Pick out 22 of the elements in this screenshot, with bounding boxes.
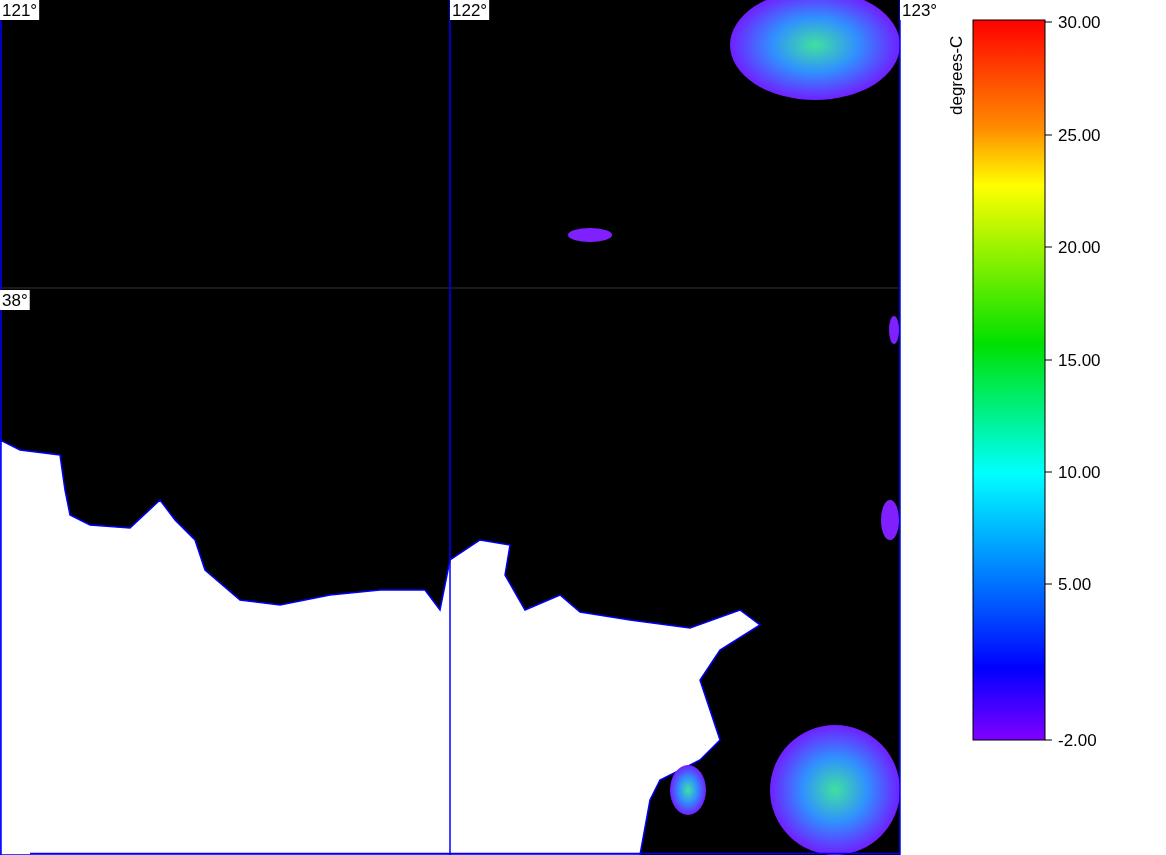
scale-tick-label: 20.00 xyxy=(1058,238,1101,257)
tick-mark xyxy=(1044,246,1053,248)
tick-mark xyxy=(1044,21,1053,23)
temperature-patch xyxy=(670,765,706,815)
tick-mark xyxy=(1044,739,1053,741)
tick-mark xyxy=(1044,134,1053,136)
scale-title: degrees-C xyxy=(947,35,966,115)
temperature-patch xyxy=(881,500,899,540)
latitude-label: 38° xyxy=(0,290,30,310)
tick-mark xyxy=(1044,359,1053,361)
scale-tick-label: 25.00 xyxy=(1058,126,1101,145)
scale-tick-label: 10.00 xyxy=(1058,463,1101,482)
temperature-patch xyxy=(568,228,612,242)
longitude-label: 121° xyxy=(0,0,40,20)
scale-tick-label: 30.00 xyxy=(1058,13,1101,32)
tick-mark xyxy=(1044,471,1053,473)
longitude-label: 122° xyxy=(450,0,490,20)
scale-tick-label: 15.00 xyxy=(1058,351,1101,370)
scale-tick-label: -2.00 xyxy=(1058,731,1097,750)
tick-mark xyxy=(1044,583,1053,585)
scale-tick-label: 5.00 xyxy=(1058,575,1092,594)
temperature-patch xyxy=(889,316,899,344)
